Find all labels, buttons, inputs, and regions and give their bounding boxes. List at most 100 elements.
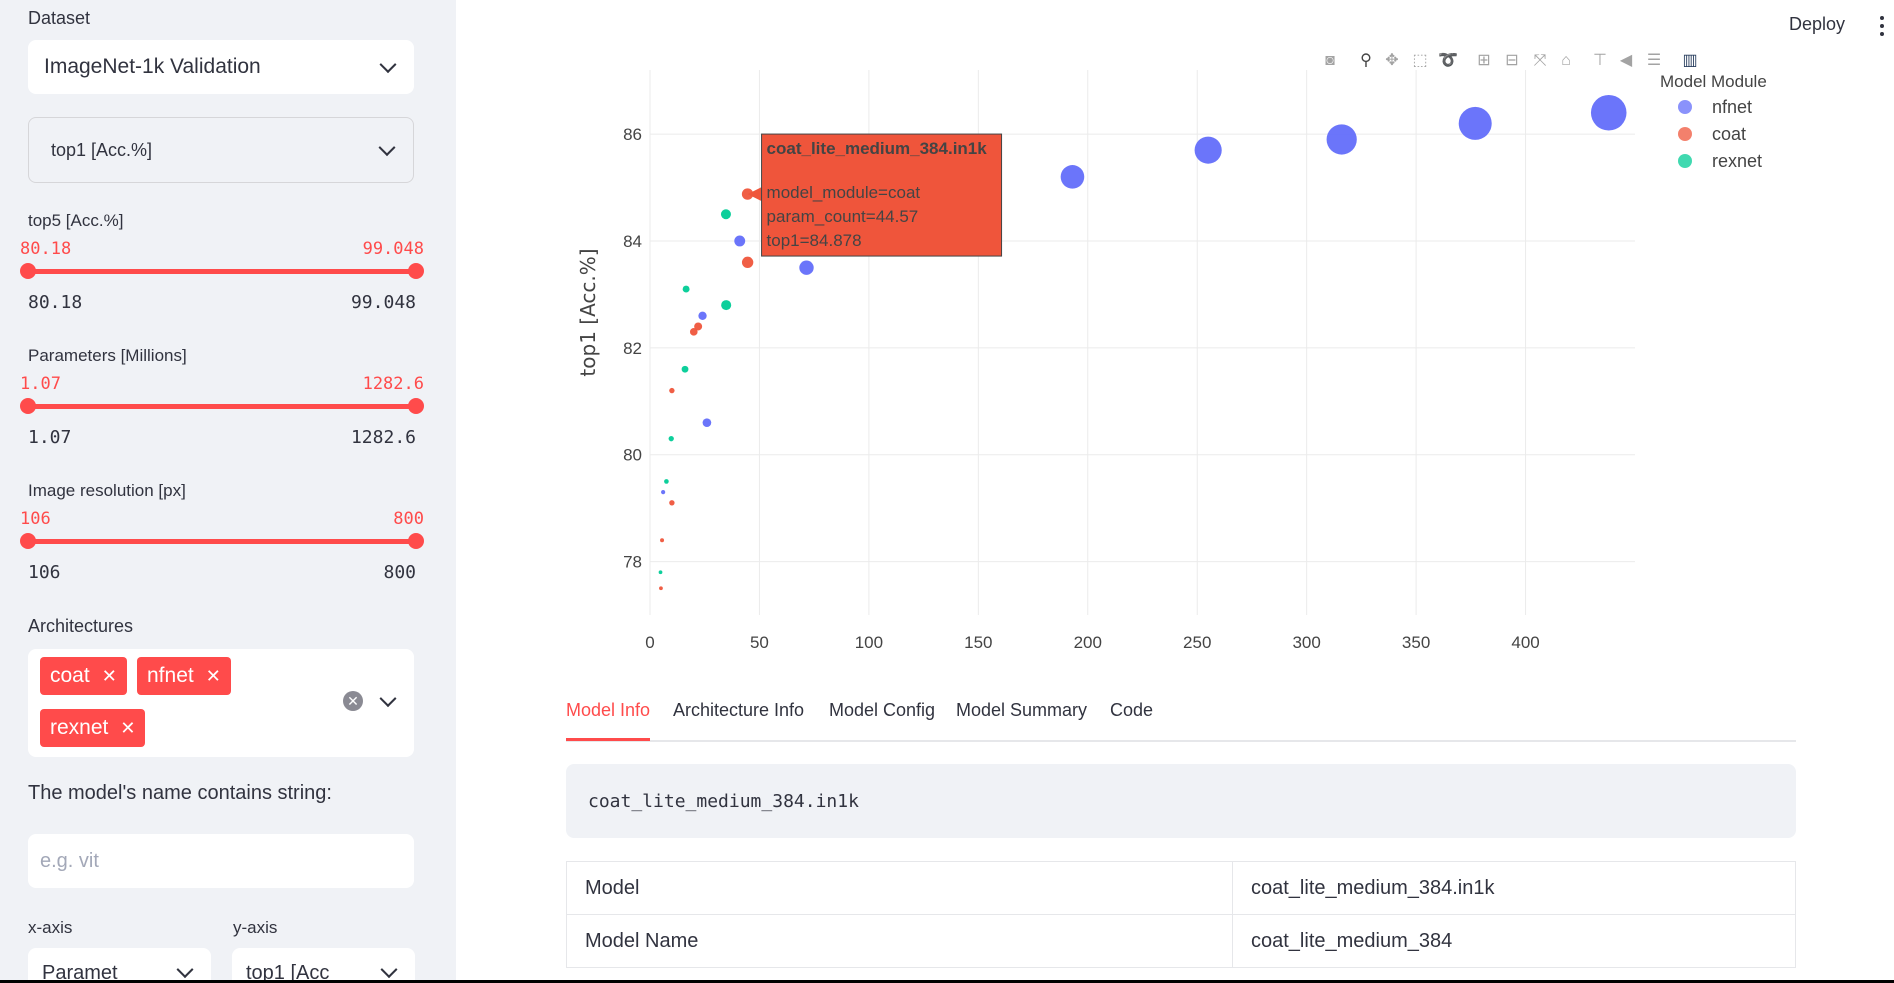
data-point-nfnet bbox=[1326, 124, 1357, 155]
tab-model-info[interactable]: Model Info bbox=[566, 700, 651, 741]
x-tick-label: 200 bbox=[1074, 633, 1102, 652]
resolution-slider-max: 800 bbox=[383, 562, 416, 583]
chevron-down-icon bbox=[380, 961, 398, 979]
data-point-rexnet bbox=[681, 365, 689, 373]
top5-slider-high: 99.048 bbox=[362, 239, 424, 259]
top5-slider-max-handle[interactable] bbox=[408, 263, 424, 279]
y-tick-label: 84 bbox=[623, 232, 642, 251]
model-name-code: coat_lite_medium_384.in1k bbox=[566, 764, 1796, 838]
chevron-down-icon bbox=[378, 139, 396, 157]
y-tick-label: 80 bbox=[623, 446, 642, 465]
data-point-nfnet bbox=[1194, 136, 1222, 164]
tab-bar: Model Info Architecture Info Model Confi… bbox=[566, 700, 1796, 742]
name-filter-input[interactable]: e.g. vit bbox=[28, 834, 414, 888]
data-point-rexnet bbox=[658, 570, 663, 575]
data-point-coat bbox=[669, 500, 675, 506]
x-tick-label: 350 bbox=[1402, 633, 1430, 652]
y-tick-label: 82 bbox=[623, 339, 642, 358]
metric-select[interactable]: top1 [Acc.%] bbox=[28, 117, 414, 183]
tooltip-line: model_module=coat bbox=[767, 183, 921, 202]
y-axis-select[interactable]: top1 [Acc bbox=[232, 948, 415, 983]
close-icon[interactable]: ✕ bbox=[120, 718, 135, 739]
data-point-coat bbox=[741, 256, 754, 269]
params-slider-max-handle[interactable] bbox=[408, 398, 424, 414]
deploy-button[interactable]: Deploy bbox=[1789, 14, 1845, 35]
table-cell-value: coat_lite_medium_384 bbox=[1232, 914, 1796, 968]
data-point-nfnet bbox=[734, 235, 746, 247]
table-row: Model Name coat_lite_medium_384 bbox=[566, 914, 1796, 968]
top5-slider-track[interactable] bbox=[20, 263, 424, 279]
x-axis-select[interactable]: Paramet bbox=[28, 948, 211, 983]
data-point-nfnet bbox=[799, 260, 814, 275]
dataset-select[interactable]: ImageNet-1k Validation bbox=[28, 40, 414, 94]
legend-entry-coat: coat bbox=[1712, 124, 1746, 144]
x-tick-label: 250 bbox=[1183, 633, 1211, 652]
data-point-nfnet bbox=[1458, 106, 1492, 140]
metric-select-value: top1 [Acc.%] bbox=[51, 139, 153, 160]
resolution-slider-low: 106 bbox=[20, 509, 51, 529]
data-point-nfnet bbox=[698, 311, 707, 320]
close-icon[interactable]: ✕ bbox=[102, 666, 117, 687]
x-tick-label: 50 bbox=[750, 633, 769, 652]
resolution-slider-track[interactable] bbox=[20, 533, 424, 549]
tag-label: rexnet bbox=[50, 716, 109, 739]
resolution-slider-label: Image resolution [px] bbox=[28, 481, 186, 500]
data-point-rexnet bbox=[720, 209, 731, 220]
architectures-label: Architectures bbox=[28, 616, 134, 636]
x-axis-label: x-axis bbox=[28, 918, 73, 937]
x-tick-label: 150 bbox=[964, 633, 992, 652]
params-slider-min-handle[interactable] bbox=[20, 398, 36, 414]
data-point-coat bbox=[660, 538, 665, 543]
tab-code[interactable]: Code bbox=[1110, 700, 1153, 738]
scatter-chart: 0501001502002503003504007880828486Parame… bbox=[560, 60, 1800, 704]
x-tick-label: 100 bbox=[855, 633, 883, 652]
table-row: Model coat_lite_medium_384.in1k bbox=[566, 861, 1796, 915]
chevron-down-icon[interactable] bbox=[379, 690, 397, 708]
top5-slider-low: 80.18 bbox=[20, 239, 72, 259]
tooltip-line: top1=84.878 bbox=[767, 231, 862, 250]
dataset-label: Dataset bbox=[28, 8, 91, 28]
resolution-slider-min: 106 bbox=[28, 562, 61, 583]
tag-coat[interactable]: coat ✕ bbox=[40, 657, 127, 695]
legend-entry-rexnet: rexnet bbox=[1712, 151, 1762, 171]
clear-all-icon[interactable]: ✕ bbox=[343, 691, 363, 711]
tag-nfnet[interactable]: nfnet ✕ bbox=[137, 657, 231, 695]
data-point-rexnet bbox=[668, 436, 674, 442]
tooltip-line: param_count=44.57 bbox=[767, 207, 919, 226]
y-tick-label: 86 bbox=[623, 125, 642, 144]
more-menu-icon[interactable] bbox=[1880, 16, 1884, 40]
y-axis-title: top1 [Acc.%] bbox=[576, 248, 600, 376]
tag-label: nfnet bbox=[147, 664, 194, 687]
params-slider-label: Parameters [Millions] bbox=[28, 346, 187, 365]
chevron-down-icon bbox=[176, 961, 194, 979]
params-slider-max: 1282.6 bbox=[350, 427, 416, 448]
y-axis-label: y-axis bbox=[233, 918, 278, 937]
close-icon[interactable]: ✕ bbox=[206, 666, 221, 687]
tag-rexnet[interactable]: rexnet ✕ bbox=[40, 709, 146, 747]
legend-marker-rexnet bbox=[1678, 154, 1692, 168]
resolution-slider-max-handle[interactable] bbox=[408, 533, 424, 549]
resolution-slider-min-handle[interactable] bbox=[20, 533, 36, 549]
table-cell-value: coat_lite_medium_384.in1k bbox=[1232, 861, 1796, 915]
dataset-select-value: ImageNet-1k Validation bbox=[44, 55, 261, 78]
data-point-coat bbox=[669, 387, 675, 394]
top5-slider-max: 99.048 bbox=[350, 292, 416, 313]
sidebar: Dataset ImageNet-1k Validation top1 [Acc… bbox=[0, 0, 456, 983]
model-name-code-text: coat_lite_medium_384.in1k bbox=[588, 790, 859, 812]
data-point-nfnet bbox=[1590, 94, 1627, 131]
legend-marker-coat bbox=[1678, 127, 1692, 141]
tab-architecture-info[interactable]: Architecture Info bbox=[673, 700, 804, 738]
data-point-coat bbox=[694, 322, 703, 331]
top5-slider-min-handle[interactable] bbox=[20, 263, 36, 279]
name-filter-label: The model's name contains string: bbox=[28, 782, 332, 804]
tab-model-config[interactable]: Model Config bbox=[829, 700, 935, 738]
x-tick-label: 300 bbox=[1292, 633, 1320, 652]
tooltip-title: coat_lite_medium_384.in1k bbox=[767, 139, 988, 158]
top5-slider-label: top5 [Acc.%] bbox=[28, 211, 124, 230]
tab-model-summary[interactable]: Model Summary bbox=[956, 700, 1087, 738]
params-slider-high: 1282.6 bbox=[362, 374, 424, 394]
x-tick-label: 400 bbox=[1511, 633, 1539, 652]
params-slider-low: 1.07 bbox=[20, 374, 61, 394]
architectures-multiselect[interactable]: coat ✕ nfnet ✕ rexnet ✕ ✕ bbox=[28, 649, 414, 757]
params-slider-track[interactable] bbox=[20, 398, 424, 414]
